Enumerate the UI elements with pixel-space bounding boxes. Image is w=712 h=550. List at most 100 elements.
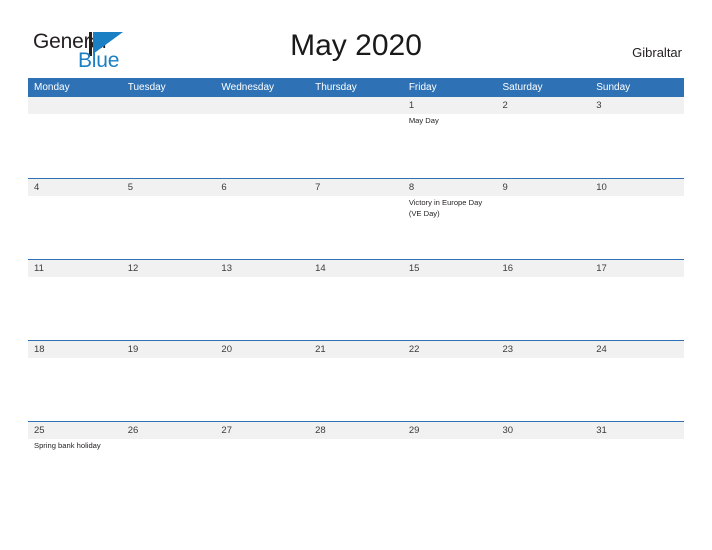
day-number: 13 — [221, 263, 232, 274]
calendar-day-cell[interactable]: 2 — [496, 97, 591, 178]
day-number: 10 — [596, 182, 607, 193]
calendar-day-cell[interactable]: 19 — [121, 341, 216, 422]
day-number-band — [215, 97, 310, 114]
day-number: 19 — [127, 344, 139, 355]
calendar-day-cell[interactable]: 22 — [402, 341, 497, 422]
week-days: 18 19 20 21 22 23 24 — [28, 341, 684, 422]
calendar-day-cell[interactable]: 23 — [496, 341, 591, 422]
day-number: 2 — [502, 100, 508, 111]
day-number: 7 — [315, 182, 321, 193]
calendar-day-cell[interactable]: 18 — [28, 341, 122, 422]
calendar-day-cell[interactable]: 13 — [215, 260, 310, 341]
calendar-day-cell[interactable]: 10 — [590, 179, 684, 260]
calendar-day-cell[interactable]: 28 — [309, 422, 403, 503]
weekday-header-thursday: Thursday — [315, 82, 357, 93]
day-number: 24 — [596, 344, 607, 355]
day-number: 4 — [34, 182, 40, 193]
day-number-band — [121, 97, 216, 114]
day-number: 22 — [408, 344, 420, 355]
calendar-week-row: 4 5 6 7 8 Victory in Europe Day (VE Day) 9 10 — [28, 178, 684, 259]
weekday-header-wednesday: Wednesday — [221, 82, 275, 93]
calendar-day-cell[interactable]: 6 — [215, 179, 310, 260]
calendar-weeks: 1 May Day 2 3 4 5 6 7 8 Victory in Europe Day (VE… — [28, 97, 684, 502]
calendar-day-cell[interactable]: 20 — [215, 341, 310, 422]
day-number: 29 — [408, 425, 420, 436]
page-header: General Blue May 2020 Gibraltar — [0, 0, 712, 78]
day-events: Spring bank holiday — [34, 441, 118, 452]
day-number: 18 — [34, 344, 45, 355]
day-number: 11 — [34, 263, 44, 274]
day-number: 1 — [408, 100, 415, 111]
day-number: 12 — [127, 263, 139, 274]
calendar-week-row: 25 Spring bank holiday 26 27 28 29 30 31 — [28, 421, 684, 502]
calendar-day-cell[interactable]: 12 — [121, 260, 216, 341]
holiday-label: Spring bank holiday — [34, 441, 101, 450]
week-days: 1 May Day 2 3 — [28, 97, 684, 178]
day-number: 20 — [221, 344, 232, 355]
calendar-day-cell[interactable]: 30 — [496, 422, 591, 503]
day-number-band — [215, 179, 310, 196]
calendar-day-cell[interactable]: 26 — [121, 422, 216, 503]
country-label: Gibraltar — [632, 45, 682, 60]
day-number-band — [28, 179, 122, 196]
day-number-band — [496, 179, 591, 196]
day-number: 28 — [315, 425, 326, 436]
day-number: 5 — [127, 182, 133, 193]
day-number: 17 — [596, 263, 607, 274]
day-number: 30 — [502, 425, 514, 436]
calendar-day-cell-empty — [309, 97, 403, 178]
calendar-day-cell[interactable]: 14 — [309, 260, 403, 341]
day-number-band — [590, 97, 684, 114]
calendar-day-cell[interactable]: 29 — [402, 422, 497, 503]
day-number-band — [402, 97, 497, 114]
week-days: 25 Spring bank holiday 26 27 28 29 30 31 — [28, 422, 684, 503]
calendar-week-row: 18 19 20 21 22 23 24 — [28, 340, 684, 421]
calendar-day-cell[interactable]: 4 — [28, 179, 122, 260]
calendar-day-cell[interactable]: 17 — [590, 260, 684, 341]
day-number: 6 — [221, 182, 227, 193]
calendar-day-cell[interactable]: 15 — [402, 260, 497, 341]
day-number-band — [402, 179, 497, 196]
calendar-day-cell[interactable]: 11 — [28, 260, 122, 341]
calendar-day-cell[interactable]: 16 — [496, 260, 591, 341]
calendar-day-cell-empty — [28, 97, 122, 178]
day-number: 23 — [502, 344, 514, 355]
calendar-day-cell[interactable]: 5 — [121, 179, 216, 260]
day-number: 16 — [502, 263, 514, 274]
calendar-day-cell[interactable]: 31 — [590, 422, 684, 503]
day-number-band — [309, 179, 403, 196]
calendar-day-cell[interactable]: 27 — [215, 422, 310, 503]
day-number: 27 — [221, 425, 232, 436]
week-days: 4 5 6 7 8 Victory in Europe Day (VE Day) 9 10 — [28, 179, 684, 260]
weekday-header-sunday: Sunday — [596, 82, 631, 93]
weekday-header-monday: Monday — [34, 82, 70, 93]
page-title: May 2020 — [290, 29, 422, 62]
weekday-header-tuesday: Tuesday — [127, 82, 166, 93]
day-number-band — [121, 179, 216, 196]
day-number: 8 — [408, 182, 415, 193]
day-number: 15 — [408, 263, 420, 274]
calendar-day-cell[interactable]: 21 — [309, 341, 403, 422]
calendar-day-cell[interactable]: 25 Spring bank holiday — [28, 422, 122, 503]
calendar-day-cell[interactable]: 1 May Day — [402, 97, 497, 178]
calendar-day-cell-empty — [121, 97, 216, 178]
day-events: Victory in Europe Day (VE Day) — [409, 198, 493, 219]
calendar-day-cell[interactable]: 8 Victory in Europe Day (VE Day) — [402, 179, 497, 260]
day-events: May Day — [409, 116, 493, 127]
day-number-band — [309, 97, 403, 114]
calendar-day-cell-empty — [215, 97, 310, 178]
day-number: 31 — [596, 425, 607, 436]
holiday-label: Victory in Europe Day (VE Day) — [408, 198, 483, 218]
calendar-day-cell[interactable]: 24 — [590, 341, 684, 422]
calendar-day-cell[interactable]: 7 — [309, 179, 403, 260]
calendar-day-cell[interactable]: 9 — [496, 179, 591, 260]
day-number-band — [496, 97, 591, 114]
day-number: 14 — [315, 263, 326, 274]
calendar-week-row: 11 12 13 14 15 16 17 — [28, 259, 684, 340]
day-number: 9 — [502, 182, 508, 193]
week-days: 11 12 13 14 15 16 17 — [28, 260, 684, 341]
calendar-day-cell[interactable]: 3 — [590, 97, 684, 178]
calendar-grid: Monday Tuesday Wednesday Thursday Friday… — [28, 78, 684, 502]
holiday-label: May Day — [408, 116, 439, 125]
day-number: 26 — [127, 425, 139, 436]
